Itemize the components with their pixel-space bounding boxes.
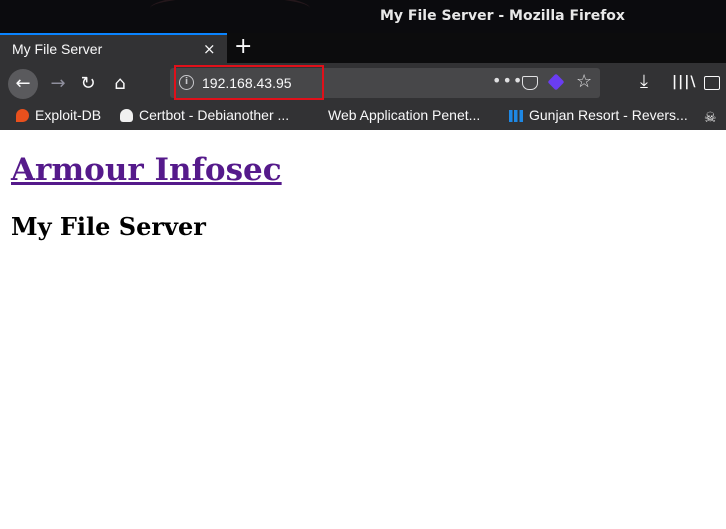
extension-icon[interactable]	[547, 73, 565, 91]
page-content: Armour Infosec My File Server	[0, 130, 726, 529]
pocket-icon[interactable]	[522, 76, 538, 90]
window-title: My File Server - Mozilla Firefox	[380, 8, 625, 24]
forward-icon[interactable]: →	[44, 71, 72, 97]
bookmark-web-application[interactable]: Web Application Penet...	[318, 107, 480, 123]
tab-label: My File Server	[12, 41, 103, 57]
back-icon[interactable]: ←	[8, 69, 38, 99]
web-app-icon	[318, 109, 322, 122]
bookmark-label: Gunjan Resort - Revers...	[529, 107, 688, 123]
bar-chart-icon	[509, 110, 523, 122]
page-actions-icon[interactable]: •••	[492, 71, 523, 90]
home-icon[interactable]: ⌂	[106, 71, 134, 97]
download-icon[interactable]: ⤓	[640, 71, 648, 92]
library-icon[interactable]: |||\	[672, 74, 696, 90]
tab-my-file-server[interactable]: My File Server ×	[0, 33, 227, 63]
bookmark-label: Exploit-DB	[35, 107, 102, 123]
bookmark-star-icon[interactable]: ☆	[576, 71, 592, 92]
navigation-toolbar: ← → ↻ ⌂ i 192.168.43.95 ••• ☆ ⤓ |||\	[0, 63, 726, 103]
bookmarks-toolbar: Exploit-DB Certbot - Debianother ... Web…	[0, 103, 726, 130]
certbot-icon	[120, 109, 133, 122]
wallpaper-dragon-decoration	[150, 0, 310, 23]
bookmark-exploit-db[interactable]: Exploit-DB	[16, 107, 101, 123]
page-subheading: My File Server	[11, 212, 206, 241]
bookmark-label: Certbot - Debianother ...	[139, 107, 290, 123]
tab-strip: My File Server × +	[0, 33, 726, 63]
bookmark-certbot[interactable]: Certbot - Debianother ...	[120, 107, 289, 123]
armour-infosec-link[interactable]: Armour Infosec	[11, 152, 282, 188]
bookmark-label: Web Application Penet...	[328, 107, 481, 123]
sidebar-icon[interactable]	[704, 76, 720, 90]
reload-icon[interactable]: ↻	[74, 71, 102, 97]
bookmark-gunjan-resort[interactable]: Gunjan Resort - Revers...	[509, 107, 688, 123]
bookmark-skull[interactable]: ☠	[704, 107, 723, 125]
url-highlight-box	[174, 65, 324, 100]
skull-icon: ☠	[704, 109, 717, 125]
window-title-bar: My File Server - Mozilla Firefox	[0, 0, 726, 33]
new-tab-icon[interactable]: +	[234, 34, 252, 59]
exploit-db-icon	[16, 109, 29, 122]
close-tab-icon[interactable]: ×	[203, 40, 216, 58]
